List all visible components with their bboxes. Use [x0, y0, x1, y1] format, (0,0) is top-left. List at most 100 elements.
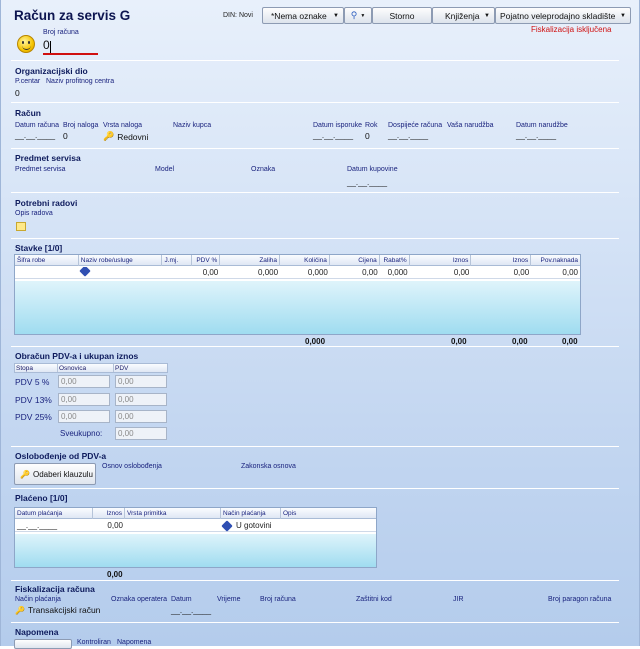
col-sifra[interactable]: Šifra robe	[15, 255, 79, 266]
table-row[interactable]: __.__.____ 0,00 U gotovini	[15, 520, 376, 532]
nacin-value: U gotovini	[236, 521, 272, 530]
cell-rabat[interactable]: 0,000	[380, 267, 410, 279]
note-icon[interactable]	[16, 222, 26, 231]
storno-button[interactable]: Storno	[372, 7, 432, 24]
cell-kolicina[interactable]: 0,000	[280, 267, 330, 279]
cell-cijena[interactable]: 0,00	[330, 267, 380, 279]
cell-opis[interactable]	[281, 520, 376, 532]
fisk-nacin-field[interactable]: 🔑 Transakcijski račun	[15, 605, 100, 615]
cell-jmj[interactable]	[162, 267, 192, 279]
rok-label: Rok	[365, 122, 378, 129]
predmet-label: Predmet servisa	[15, 166, 66, 173]
sveukupno-label: Sveukupno:	[60, 429, 103, 438]
col-iznos1[interactable]: Iznos	[410, 255, 472, 266]
pcentar-label: P.centar	[15, 78, 41, 85]
broj-naloga-value[interactable]: 0	[63, 131, 68, 141]
cell-iznos1[interactable]: 0,00	[410, 267, 472, 279]
total-pov: 0,00	[562, 337, 578, 346]
narudzba-label: Vaša narudžba	[447, 122, 494, 129]
vrsta-naloga-field[interactable]: 🔑 Redovni	[103, 131, 148, 142]
oznaka-label: Oznaka	[251, 166, 276, 173]
cell-naziv[interactable]	[79, 267, 163, 279]
broj-racuna-label: Broj računa	[43, 29, 79, 36]
radovi-section-title: Potrebni radovi	[15, 198, 78, 208]
fiskalizacija-section-title: Fiskalizacija računa	[15, 584, 95, 594]
search-button[interactable]: ⚲ ▼	[344, 7, 372, 24]
placeno-header: Datum plaćanja Iznos Vrsta primitka Nači…	[15, 508, 376, 519]
col-opis[interactable]: Opis	[281, 508, 376, 519]
datum-narudzbe-label: Datum narudžbe	[516, 122, 568, 129]
cell-iznos[interactable]: 0,00	[93, 520, 125, 532]
cell-pdv[interactable]: 0,00	[192, 267, 220, 279]
cell-nacin-placanja[interactable]: U gotovini	[221, 520, 281, 532]
broj-naloga-label: Broj naloga	[63, 122, 99, 129]
rok-value[interactable]: 0	[365, 131, 370, 141]
table-row[interactable]: 0,00 0,000 0,000 0,00 0,000 0,00 0,00 0,…	[15, 267, 580, 279]
datum-kupovine-input[interactable]: __.__.____	[347, 178, 387, 187]
col-iznos[interactable]: Iznos	[93, 508, 125, 519]
document-icon	[79, 267, 91, 277]
datum-isporuke-input[interactable]: __.__.____	[313, 131, 353, 140]
naziv-pc-label: Naziv profitnog centra	[46, 78, 115, 85]
model-label: Model	[155, 166, 175, 173]
knjizenja-button[interactable]: Knjiženja ▼	[432, 7, 495, 24]
jir-label: JIR	[453, 596, 464, 603]
col-vrsta-primitka[interactable]: Vrsta primitka	[125, 508, 221, 519]
col-iznos2[interactable]: Iznos	[471, 255, 532, 266]
pdv-iznos-25: 0,00	[115, 410, 167, 423]
datum-racuna-label: Datum računa	[15, 122, 59, 129]
warehouse-select[interactable]: Pojatno veleprodajno skladište ▼	[495, 7, 631, 24]
col-rabat[interactable]: Rabat%	[380, 255, 410, 266]
zastitni-label: Zaštitni kod	[356, 596, 392, 603]
col-naziv[interactable]: Naziv robe/usluge	[79, 255, 163, 266]
dospijece-input[interactable]: __.__.____	[388, 131, 428, 140]
odaberi-klauzulu-button[interactable]: 🔑 Odaberi klauzulu	[14, 463, 96, 485]
cell-pov[interactable]: 0,00	[531, 267, 580, 279]
placeno-section-title: Plaćeno [1/0]	[15, 493, 68, 503]
key-icon: 🔑	[103, 131, 115, 141]
stavke-section-title: Stavke [1/0]	[15, 243, 63, 253]
col-jmj[interactable]: J.mj.	[162, 255, 193, 266]
col-kolicina[interactable]: Količina	[280, 255, 330, 266]
cell-sifra[interactable]	[15, 267, 79, 279]
tag-select-value: *Nema oznake	[271, 10, 327, 21]
pdv-header: Stopa Osnovica PDV	[14, 363, 168, 373]
fisk-datum-input[interactable]: __.__.____	[171, 606, 211, 615]
broj-racuna-input[interactable]: 0	[43, 38, 98, 55]
col-nacin-placanja[interactable]: Način plaćanja	[221, 508, 281, 519]
fisk-broj-label: Broj računa	[260, 596, 296, 603]
napomena-label: Napomena	[117, 639, 152, 646]
pdv-section-title: Obračun PDV-a i ukupan iznos	[15, 351, 139, 361]
cell-vrsta-primitka[interactable]	[125, 520, 221, 532]
stavke-grid[interactable]: Šifra robe Naziv robe/usluge J.mj. PDV %…	[14, 254, 581, 335]
smiley-icon	[17, 35, 35, 53]
cell-iznos2[interactable]: 0,00	[471, 267, 531, 279]
opis-radova-label: Opis radova	[15, 210, 53, 217]
col-pov[interactable]: Pov.naknada	[531, 255, 580, 266]
col-zaliha[interactable]: Zaliha	[220, 255, 281, 266]
grid-empty-area	[15, 281, 580, 334]
dospijece-label: Dospijeće računa	[388, 122, 443, 129]
pdv-osnovica-25: 0,00	[58, 410, 110, 423]
oslobodjenje-section-title: Oslobođenje od PDV-a	[15, 451, 107, 461]
datum-racuna-input[interactable]: __.__.____	[15, 131, 55, 140]
grid-empty-area	[15, 534, 376, 567]
col-pdv[interactable]: PDV %	[192, 255, 221, 266]
broj-racuna-value: 0	[43, 38, 50, 52]
racun-section-title: Račun	[15, 108, 41, 118]
fiskal-status: Fiskalizacija isključena	[531, 25, 612, 34]
col-cijena[interactable]: Cijena	[330, 255, 380, 266]
pdv-stopa-25: PDV 25%	[15, 412, 52, 422]
cell-datum-placanja[interactable]: __.__.____	[15, 520, 93, 532]
vrsta-naloga-value: Redovni	[117, 131, 149, 142]
placeno-grid[interactable]: Datum plaćanja Iznos Vrsta primitka Nači…	[14, 507, 377, 568]
tag-select[interactable]: *Nema oznake ▼	[262, 7, 344, 24]
pcentar-value[interactable]: 0	[15, 88, 20, 98]
datum-narudzbe-input[interactable]: __.__.____	[516, 131, 556, 140]
pdv-osnovica-5: 0,00	[58, 375, 110, 388]
col-datum-placanja[interactable]: Datum plaćanja	[15, 508, 93, 519]
kontroliran-label: Kontroliran	[77, 639, 111, 646]
napomena-button[interactable]	[14, 639, 72, 649]
stavke-header: Šifra robe Naziv robe/usluge J.mj. PDV %…	[15, 255, 580, 266]
cell-zaliha[interactable]: 0,000	[220, 267, 280, 279]
